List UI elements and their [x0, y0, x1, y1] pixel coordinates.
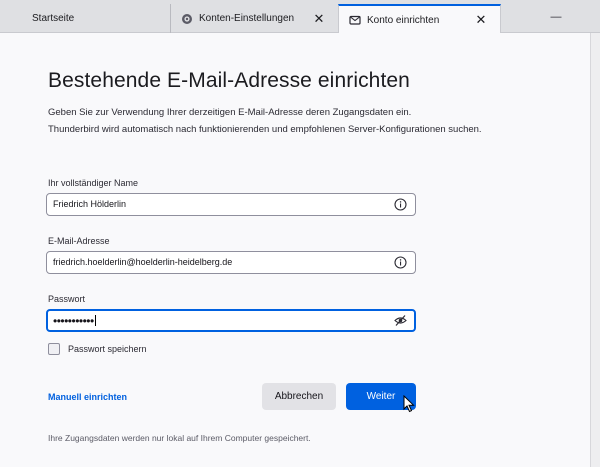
privacy-note: Ihre Zugangsdaten werden nur lokal auf I… [48, 433, 311, 443]
cancel-button[interactable]: Abbrechen [262, 383, 336, 410]
password-value: ••••••••••• [53, 314, 96, 328]
email-field[interactable]: friedrich.hoelderlin@hoelderlin-heidelbe… [46, 251, 416, 274]
mouse-cursor-icon [403, 395, 415, 413]
tab-label: Startseite [32, 13, 75, 24]
page-title: Bestehende E-Mail-Adresse einrichten [48, 69, 410, 92]
password-field[interactable]: ••••••••••• [46, 309, 416, 332]
eye-slash-icon[interactable] [394, 314, 407, 327]
name-label: Ihr vollständiger Name [48, 178, 139, 188]
email-value: friedrich.hoelderlin@hoelderlin-heidelbe… [53, 257, 233, 267]
tab-startseite[interactable]: Startseite [22, 4, 170, 33]
tab-bar: Startseite Konten-Einstellungen ✕ Konto … [0, 0, 600, 34]
name-field[interactable]: Friedrich Hölderlin [46, 193, 416, 216]
gear-icon [181, 13, 193, 25]
tab-konten-einstellungen[interactable]: Konten-Einstellungen ✕ [170, 4, 338, 33]
page-description: Thunderbird wird automatisch nach funkti… [48, 124, 482, 135]
remember-password-label[interactable]: Passwort speichern [68, 344, 147, 354]
remember-password-checkbox[interactable] [48, 343, 60, 355]
close-icon[interactable]: ✕ [474, 13, 488, 27]
info-icon[interactable] [394, 256, 407, 269]
email-label: E-Mail-Adresse [48, 236, 110, 246]
account-setup-icon [349, 14, 361, 26]
text-caret [94, 315, 96, 326]
minimize-button[interactable]: — [533, 4, 579, 30]
tab-konto-einrichten[interactable]: Konto einrichten ✕ [338, 4, 501, 34]
remember-password-row[interactable]: Passwort speichern [48, 343, 147, 355]
name-value: Friedrich Hölderlin [53, 199, 127, 209]
tab-label: Konto einrichten [367, 14, 440, 26]
scrollbar-track[interactable] [590, 33, 600, 467]
close-icon[interactable]: ✕ [312, 11, 326, 26]
page-description: Geben Sie zur Verwendung Ihrer derzeitig… [48, 107, 412, 118]
info-icon[interactable] [394, 198, 407, 211]
maximize-button[interactable] [584, 4, 600, 30]
password-label: Passwort [48, 294, 86, 304]
tab-label: Konten-Einstellungen [199, 13, 295, 24]
manual-setup-link[interactable]: Manuell einrichten [48, 392, 127, 402]
password-dots: ••••••••••• [53, 314, 94, 328]
